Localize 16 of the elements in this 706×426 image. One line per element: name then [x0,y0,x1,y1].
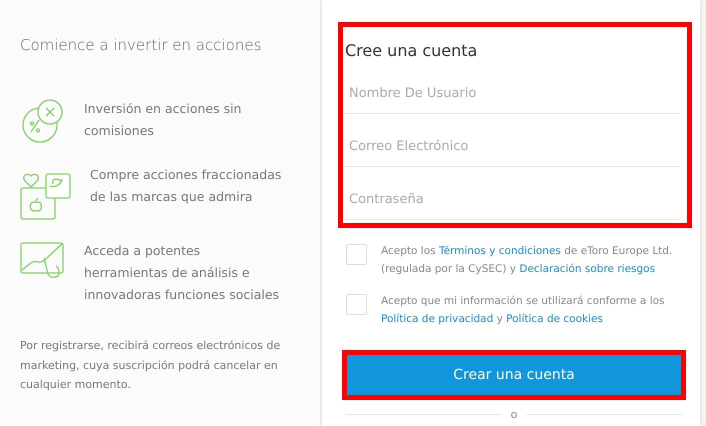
checkbox[interactable] [346,244,367,265]
marketing-note: Por registrarse, recibirá correos electrónicos de marketing, cuya suscripción podrá cancelar en cualquier momento. [20,338,282,393]
checkbox[interactable] [346,294,367,315]
consent-text: Acepto los Términos y condiciones de eToro Europe Ltd. (regulada por la CySEC) y Declaración sobre riesgos [381,244,674,277]
consent-link[interactable]: Declaración sobre riesgos [519,263,656,275]
form-title: Cree una cuenta [345,41,478,60]
create-account-button[interactable]: Crear una cuenta [347,355,681,395]
consent-link[interactable]: Política de privacidad [381,313,494,325]
consent-text: Acepto que mi información se utilizará conforme a los Política de privacidad y Política de cookies [381,294,666,327]
consent-link[interactable]: Términos y condiciones [438,245,561,257]
feature-text: Acceda a potentes herramientas de análisis e innovadoras funciones sociales [84,242,280,304]
feature-text: Compre acciones fraccionadas de las marcas que admira [90,166,282,206]
section-title: Comience a invertir en acciones [20,36,262,54]
separator-text: o [510,408,518,421]
consent-link[interactable]: Política de cookies [506,313,603,325]
feature-text: Inversión en acciones sin comisiones [84,100,242,140]
